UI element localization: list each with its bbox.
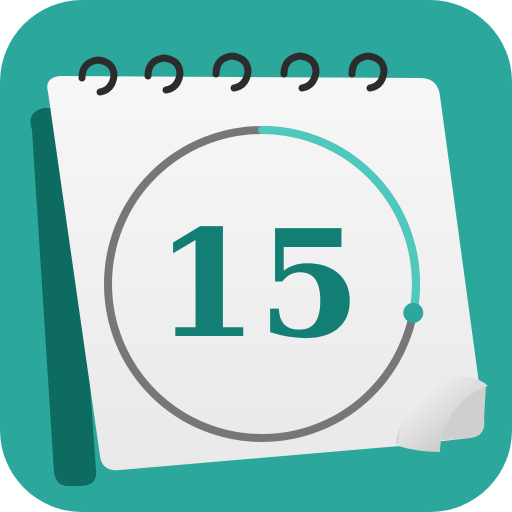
calendar-app-icon[interactable]: 15 bbox=[0, 0, 512, 512]
ring-progress-knob bbox=[403, 302, 424, 323]
day-number: 15 bbox=[155, 197, 361, 371]
